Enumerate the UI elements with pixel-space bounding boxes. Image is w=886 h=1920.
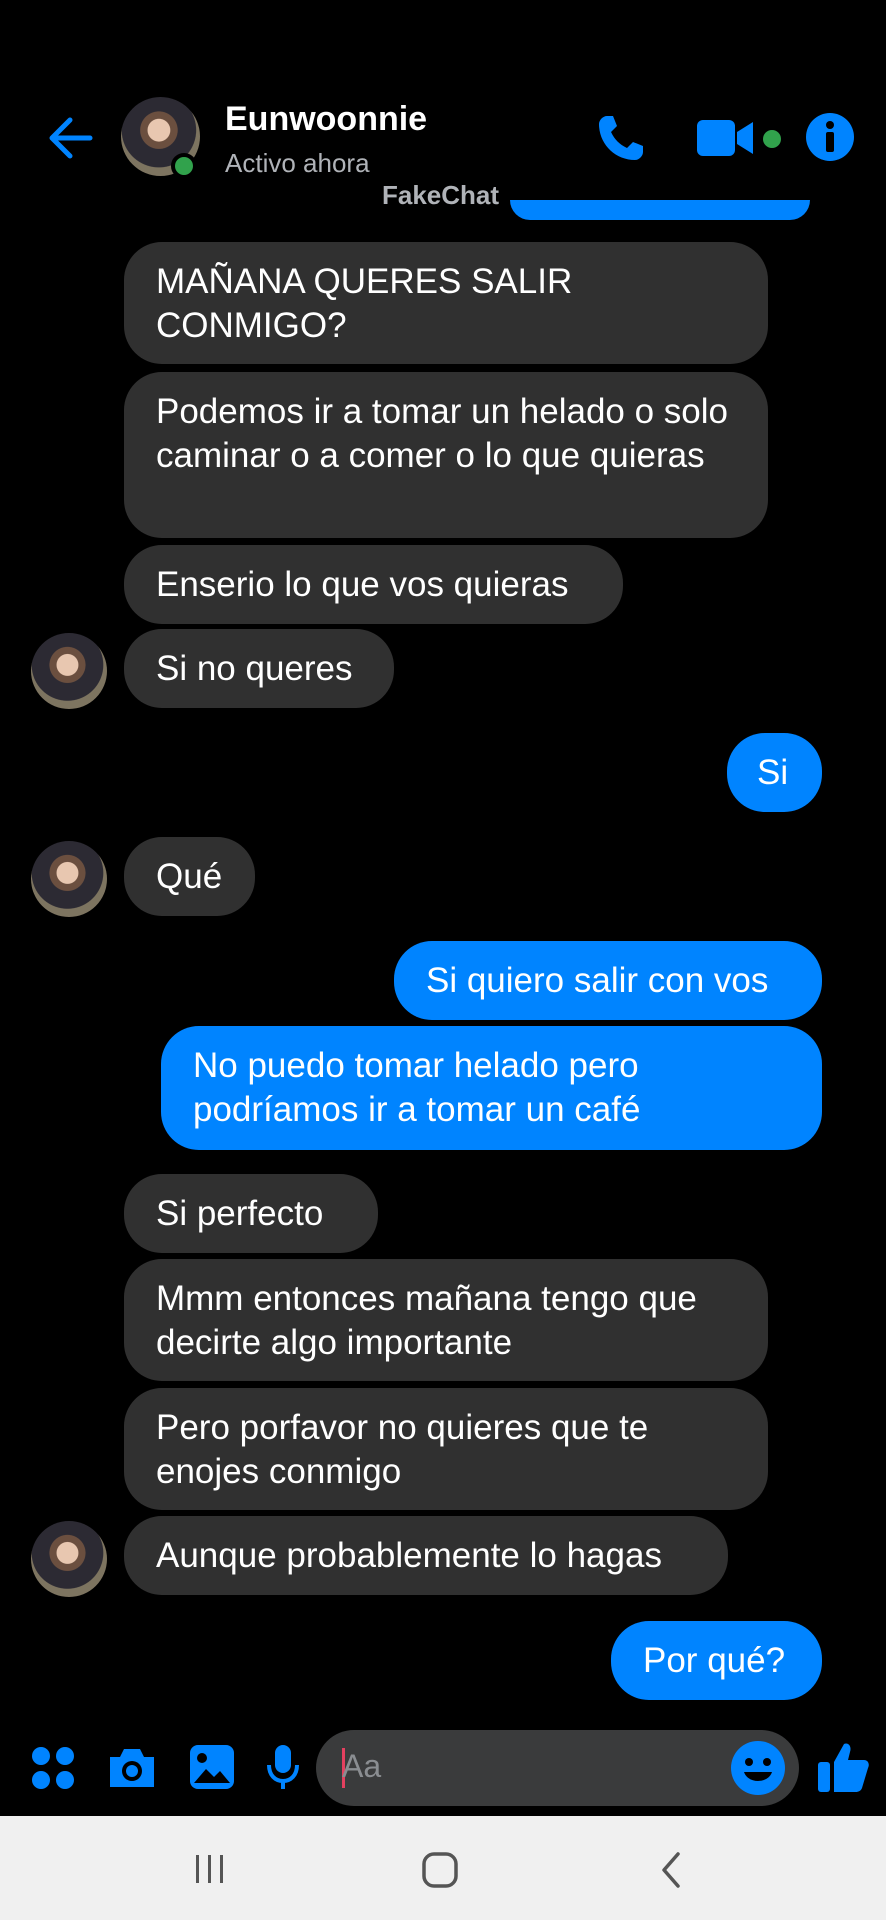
message-incoming[interactable]: Podemos ir a tomar un helado o solo cami… <box>124 372 768 538</box>
message-input[interactable] <box>316 1730 799 1806</box>
contact-avatar-small[interactable] <box>31 841 107 917</box>
message-incoming[interactable]: Si perfecto <box>124 1174 378 1253</box>
message-outgoing[interactable]: Si quiero salir con vos <box>394 941 822 1020</box>
message-incoming[interactable]: Si no queres <box>124 629 394 708</box>
camera-icon[interactable] <box>106 1745 158 1791</box>
message-incoming[interactable]: MAÑANA QUERES SALIR CONMIGO? <box>124 242 768 364</box>
microphone-icon[interactable] <box>266 1743 300 1791</box>
watermark: FakeChat <box>382 180 500 210</box>
contact-name[interactable]: Eunwoonnie <box>225 100 427 139</box>
thumbs-up-icon[interactable] <box>818 1740 870 1794</box>
contact-status: Activo ahora <box>225 148 370 178</box>
back-arrow-icon[interactable] <box>42 112 94 164</box>
previous-message-bubble-edge <box>510 200 810 220</box>
contact-avatar-small[interactable] <box>31 1521 107 1597</box>
online-status-dot <box>171 153 197 179</box>
apps-menu-icon[interactable] <box>30 1745 76 1791</box>
message-input-placeholder: Aa <box>342 1748 382 1784</box>
message-outgoing[interactable]: Por qué? <box>611 1621 822 1700</box>
info-icon[interactable] <box>805 112 855 162</box>
message-outgoing[interactable]: Si <box>727 733 822 812</box>
system-back-icon[interactable] <box>656 1850 686 1890</box>
message-incoming[interactable]: Enserio lo que vos quieras <box>124 545 623 624</box>
message-outgoing[interactable]: No puedo tomar helado pero podríamos ir … <box>161 1026 822 1150</box>
video-active-dot <box>763 130 781 148</box>
contact-avatar-small[interactable] <box>31 633 107 709</box>
image-gallery-icon[interactable] <box>188 1743 236 1791</box>
emoji-smiley-icon[interactable] <box>730 1740 786 1796</box>
home-icon[interactable] <box>420 1850 460 1890</box>
message-incoming[interactable]: Aunque probablemente lo hagas <box>124 1516 728 1595</box>
message-incoming[interactable]: Mmm entonces mañana tengo que decirte al… <box>124 1259 768 1381</box>
message-incoming[interactable]: Qué <box>124 837 255 916</box>
video-camera-icon[interactable] <box>697 112 757 164</box>
phone-icon[interactable] <box>595 112 647 164</box>
message-incoming[interactable]: Pero porfavor no quieres que te enojes c… <box>124 1388 768 1510</box>
recent-apps-icon[interactable] <box>193 1852 227 1886</box>
